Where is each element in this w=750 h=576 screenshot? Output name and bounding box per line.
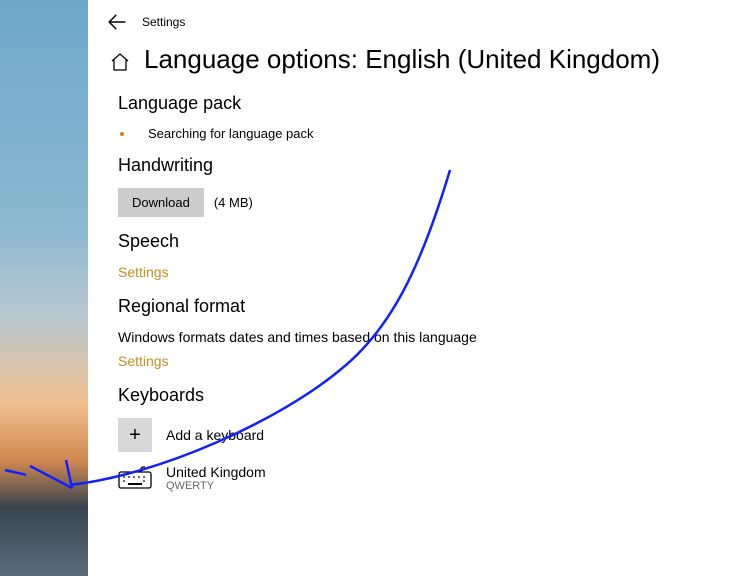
keyboards-heading: Keyboards (118, 385, 750, 406)
language-pack-heading: Language pack (118, 93, 750, 114)
download-size: (4 MB) (214, 195, 253, 210)
download-button[interactable]: Download (118, 188, 204, 217)
keyboard-name: United Kingdom (166, 464, 266, 480)
language-pack-status: Searching for language pack (148, 126, 314, 141)
regional-settings-link[interactable]: Settings (118, 353, 169, 369)
settings-window: Settings Language options: English (Unit… (88, 0, 750, 576)
speech-settings-link[interactable]: Settings (118, 264, 169, 280)
page-title: Language options: English (United Kingdo… (144, 44, 660, 75)
keyboard-icon (118, 465, 152, 491)
speech-heading: Speech (118, 231, 750, 252)
plus-icon: + (118, 418, 152, 452)
handwriting-heading: Handwriting (118, 155, 750, 176)
loading-dot-icon (120, 132, 124, 136)
language-pack-status-row: Searching for language pack (118, 126, 750, 141)
app-title: Settings (142, 15, 185, 29)
keyboard-layout: QWERTY (166, 480, 266, 492)
desktop-background-strip (0, 0, 88, 576)
add-keyboard-label: Add a keyboard (166, 427, 264, 443)
regional-format-description: Windows formats dates and times based on… (118, 329, 750, 345)
home-icon[interactable] (110, 52, 130, 72)
back-arrow-icon[interactable] (108, 13, 126, 31)
keyboard-item[interactable]: United Kingdom QWERTY (118, 464, 750, 492)
add-keyboard-button[interactable]: + Add a keyboard (118, 418, 750, 452)
regional-format-heading: Regional format (118, 296, 750, 317)
